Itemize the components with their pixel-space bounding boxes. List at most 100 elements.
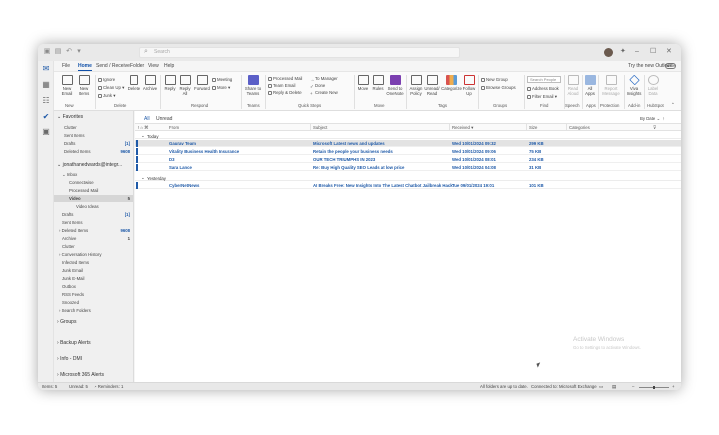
mail-icon[interactable]: ✉ [41, 65, 51, 73]
icon-columns[interactable]: ! ⌂ ⌘ [138, 125, 148, 131]
tab-unread[interactable]: Unread [156, 116, 172, 122]
close-icon[interactable]: ✕ [666, 48, 672, 56]
folder-item[interactable]: Drafts [62, 212, 73, 217]
zoom-in-icon[interactable]: + [672, 384, 675, 389]
shared-mailbox[interactable]: › Backup Alerts [57, 341, 91, 346]
column-size[interactable]: Size [529, 125, 537, 130]
tab-all[interactable]: All [144, 116, 150, 124]
folder-item[interactable]: Connectwise [69, 180, 94, 185]
quick-step-processed[interactable]: Processed Mail [268, 76, 302, 81]
categorize-button[interactable]: Categorize [441, 75, 462, 91]
tab-file[interactable]: File [62, 63, 70, 69]
account-header[interactable]: ⌄ jonathanedwards@integr... [57, 163, 122, 168]
undo-icon[interactable]: ↶ [65, 48, 73, 56]
folder-item[interactable]: Video Ideas [76, 204, 99, 209]
folder-item[interactable]: RSS Feeds [62, 292, 84, 297]
save-icon[interactable]: ▤ [54, 48, 62, 56]
meeting-button[interactable]: Meeting [212, 77, 232, 82]
message-row[interactable]: D3 OUR TECH TRIUMPHS IN 2023 Wed 10/01/2… [135, 156, 681, 163]
rules-button[interactable]: Rules [371, 75, 385, 91]
column-categories[interactable]: Categories [569, 125, 590, 130]
folder-item[interactable]: Outbox [62, 284, 76, 289]
quick-step-to-manager[interactable]: →To Manager [310, 76, 338, 82]
reply-button[interactable]: Reply [163, 75, 177, 91]
folder-item-inbox[interactable]: ⌄ Inbox [62, 172, 77, 177]
follow-up-button[interactable]: Follow Up [462, 75, 476, 96]
filter-icon[interactable]: ⊽ [653, 125, 656, 131]
clean-up-button[interactable]: Clean Up ▾ [98, 85, 124, 90]
folder-item[interactable]: Clutter [62, 244, 75, 249]
column-from[interactable]: From [169, 125, 179, 130]
qat-dropdown-icon[interactable]: ▾ [75, 48, 83, 56]
tab-help[interactable]: Help [164, 63, 174, 69]
folder-item[interactable]: Drafts [64, 141, 75, 146]
reply-all-button[interactable]: Reply All [178, 75, 192, 96]
forward-button[interactable]: Forward [193, 75, 211, 91]
send-to-onenote-button[interactable]: Send to OneNote [386, 75, 404, 96]
tab-send-receive[interactable]: Send / Receive [96, 63, 130, 69]
sort-by-date-button[interactable]: By Date ⌄ ↑ [640, 116, 665, 122]
read-aloud-button[interactable]: Read Aloud [566, 75, 580, 96]
apps-icon[interactable]: ▣ [41, 128, 51, 136]
folder-item[interactable]: Clutter [64, 125, 77, 130]
folder-item[interactable]: Sent Items [62, 220, 83, 225]
folder-item[interactable]: Infected Items [62, 260, 89, 265]
folder-item[interactable]: Junk Email [62, 268, 83, 273]
new-email-button[interactable]: New Email [58, 75, 76, 96]
folder-item[interactable]: Sent Items [64, 133, 85, 138]
new-group-button[interactable]: New Group [481, 77, 508, 82]
tasks-icon[interactable]: ✔ [41, 113, 51, 121]
minimize-icon[interactable]: – [635, 48, 639, 56]
maximize-icon[interactable]: ☐ [650, 48, 656, 56]
folder-item[interactable]: Junk E-Mail [62, 276, 84, 281]
people-icon[interactable]: ☷ [41, 97, 51, 105]
quick-step-team-email[interactable]: Team Email [268, 83, 295, 88]
im-button[interactable]: More ▾ [212, 85, 230, 90]
groups-header[interactable]: › Groups [57, 320, 76, 325]
archive-button[interactable]: Archive [142, 75, 158, 91]
browse-groups-button[interactable]: Browse Groups [481, 85, 516, 90]
address-book-button[interactable]: Address Book [527, 86, 559, 91]
message-row[interactable]: Vitality Business Health Insurance Retai… [135, 148, 681, 155]
all-apps-button[interactable]: All Apps [584, 75, 596, 96]
folder-item[interactable]: Deleted Items [64, 149, 91, 154]
folder-item[interactable]: Processed Mail [69, 188, 98, 193]
folder-item[interactable]: › Deleted Items [59, 228, 88, 233]
reading-view-icon[interactable]: ▤ [612, 384, 616, 390]
message-row[interactable]: CyberNetNews AI Breaks Free: New Insight… [135, 182, 681, 189]
junk-button[interactable]: Junk ▾ [98, 93, 115, 98]
quick-step-done[interactable]: ✓Done [310, 83, 325, 89]
share-to-teams-button[interactable]: Share to Teams [243, 75, 263, 96]
tab-view[interactable]: View [148, 63, 159, 69]
search-input[interactable]: ⌕ Search [139, 47, 460, 58]
collapse-ribbon-icon[interactable]: ⌃ [671, 102, 675, 107]
zoom-out-icon[interactable]: – [632, 384, 634, 389]
folder-item-video[interactable]: Video [69, 196, 81, 201]
calendar-icon[interactable]: ▦ [41, 81, 51, 89]
message-row[interactable]: Sara Lance Re: Buy High Quality SEO Lead… [135, 164, 681, 171]
new-items-button[interactable]: New Items [76, 75, 92, 96]
delete-button[interactable]: Delete [127, 75, 141, 91]
message-row[interactable]: Gaurav Team Microsoft Latest news and up… [135, 140, 681, 147]
assign-policy-button[interactable]: Assign Policy [408, 75, 424, 96]
search-people-input[interactable]: Search People [527, 76, 561, 83]
filter-email-button[interactable]: Filter Email ▾ [527, 94, 557, 99]
favorites-header[interactable]: ⌄ Favorites [57, 115, 83, 120]
folder-item[interactable]: Archive [62, 236, 76, 241]
normal-view-icon[interactable]: ▭ [599, 384, 603, 390]
group-header-today[interactable]: ⌄ Today [135, 132, 681, 139]
tab-home[interactable]: Home [78, 63, 92, 71]
quick-step-create-new[interactable]: + Create New [310, 90, 338, 96]
viva-insights-button[interactable]: Viva Insights [626, 74, 642, 96]
tab-folder[interactable]: Folder [130, 63, 144, 69]
quick-step-reply-delete[interactable]: Reply & Delete [268, 90, 302, 95]
label-data-button[interactable]: Label Data [646, 75, 660, 96]
try-new-outlook-toggle[interactable]: Off [665, 63, 676, 69]
unread-read-button[interactable]: Unread/ Read [424, 75, 440, 96]
folder-item[interactable]: Snoozed [62, 300, 79, 305]
avatar[interactable] [604, 48, 613, 57]
move-button[interactable]: Move [356, 75, 370, 91]
group-header-yesterday[interactable]: ⌄ Yesterday [135, 174, 681, 181]
zoom-slider[interactable] [639, 386, 669, 389]
status-reminders[interactable]: ◔ Reminders: 1 [94, 384, 123, 389]
